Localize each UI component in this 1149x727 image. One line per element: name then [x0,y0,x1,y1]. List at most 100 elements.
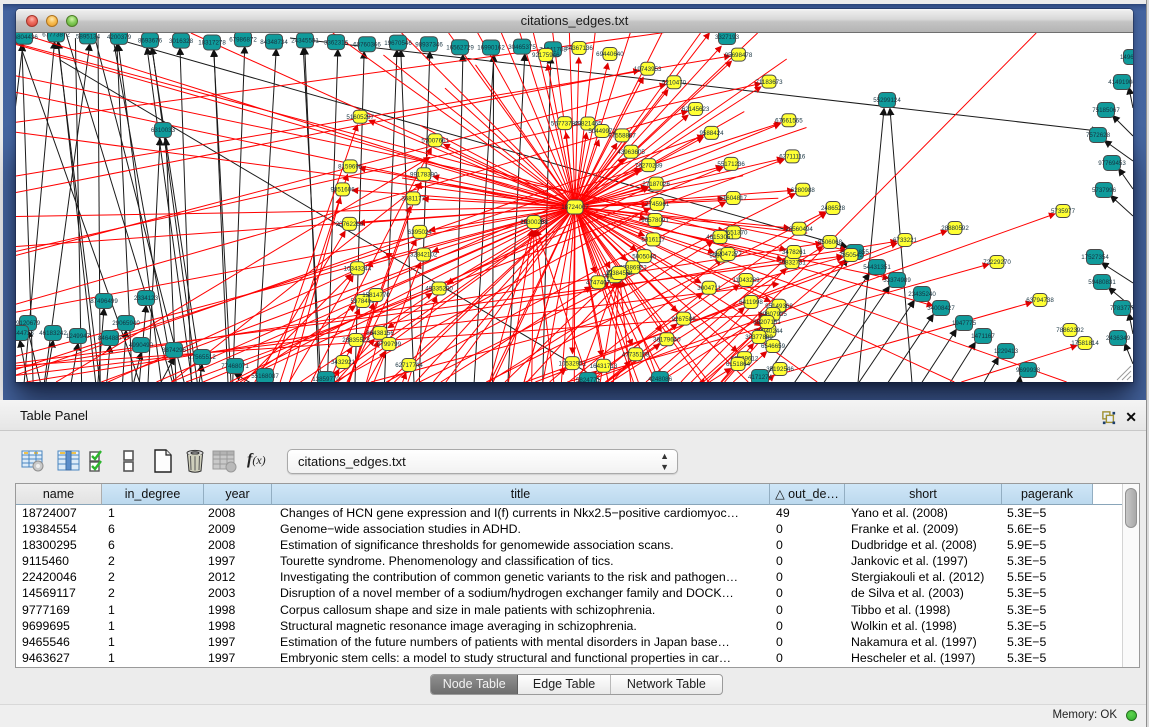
svg-text:32842102: 32842102 [410,252,438,259]
svg-text:28835523: 28835523 [342,337,370,344]
svg-text:36179640: 36179640 [653,337,681,344]
svg-text:33374989: 33374989 [883,277,911,284]
svg-text:75185067: 75185067 [1092,107,1120,114]
svg-text:68760366: 68760366 [353,42,381,49]
svg-text:6151864: 6151864 [726,361,751,368]
svg-text:72229270: 72229270 [983,259,1011,266]
svg-text:67661565: 67661565 [775,118,803,125]
svg-text:3432921: 3432921 [331,359,356,366]
svg-text:62145623: 62145623 [682,106,710,113]
svg-text:34008427: 34008427 [927,305,955,312]
svg-text:16562729: 16562729 [446,44,474,51]
svg-text:6280988: 6280988 [791,187,816,194]
svg-text:18724007: 18724007 [561,204,589,211]
svg-text:5210470: 5210470 [662,80,687,87]
svg-text:35192546: 35192546 [766,366,794,373]
svg-text:67773872: 67773872 [42,33,70,39]
svg-text:17527354: 17527354 [1081,254,1109,261]
svg-text:3681177: 3681177 [401,196,425,203]
svg-text:98937346: 98937346 [415,41,443,48]
svg-text:3004711: 3004711 [697,285,721,292]
svg-text:6310033: 6310033 [151,127,176,134]
svg-text:46153051: 46153051 [706,234,734,241]
svg-text:4200379: 4200379 [107,34,132,41]
svg-text:5005045: 5005045 [632,253,657,260]
svg-text:97769453: 97769453 [1098,160,1126,167]
svg-text:5737996: 5737996 [1092,187,1117,194]
svg-text:15300203: 15300203 [520,219,548,226]
svg-text:88207151: 88207151 [753,319,781,326]
svg-text:63794738: 63794738 [1026,297,1054,304]
svg-text:57007661: 57007661 [421,138,449,145]
svg-text:41491905: 41491905 [1108,79,1133,86]
svg-text:4171274: 4171274 [748,374,773,381]
svg-text:30465375: 30465375 [508,44,536,51]
svg-text:5824771: 5824771 [576,377,601,382]
svg-text:8464887: 8464887 [98,335,123,342]
svg-text:97558867: 97558867 [608,133,636,140]
svg-text:29065940: 29065940 [112,320,140,327]
svg-text:8799799: 8799799 [377,341,402,348]
svg-text:23435240: 23435240 [908,291,936,298]
svg-text:3478261: 3478261 [782,249,807,256]
svg-text:62711116: 62711116 [779,154,806,161]
svg-text:50344713: 50344713 [16,330,34,337]
svg-text:29832731: 29832731 [778,259,806,266]
svg-text:6395024: 6395024 [408,229,433,236]
svg-text:16990162: 16990162 [477,45,505,52]
svg-text:86438156: 86438156 [366,330,394,337]
svg-text:27187026: 27187026 [642,181,670,188]
svg-text:69440640: 69440640 [596,51,624,58]
svg-text:9699938: 9699938 [1016,367,1041,374]
svg-text:71183673: 71183673 [755,79,783,86]
svg-text:55171236: 55171236 [717,161,745,168]
svg-text:8159696: 8159696 [338,164,363,171]
svg-text:19743953: 19743953 [634,66,662,73]
svg-text:16431713: 16431713 [590,363,618,370]
svg-text:8874296: 8874296 [162,347,187,354]
svg-text:18317278: 18317278 [198,40,226,47]
svg-text:2436349: 2436349 [1106,335,1131,342]
svg-text:87496499: 87496499 [90,298,118,305]
svg-text:15814770: 15814770 [362,292,390,299]
svg-text:6546659: 6546659 [761,343,786,350]
svg-text:54431351: 54431351 [863,264,891,271]
svg-text:3016328: 3016328 [169,38,194,45]
svg-text:77468071: 77468071 [221,363,249,370]
svg-text:27565512: 27565512 [188,354,216,361]
svg-text:3362316: 3362316 [324,39,349,46]
svg-text:5895134: 5895134 [76,34,101,41]
svg-text:95698478: 95698478 [725,52,753,59]
svg-text:28880592: 28880592 [941,225,969,232]
svg-text:49335290: 49335290 [425,286,453,293]
svg-text:99178390: 99178390 [410,172,438,179]
svg-text:2486528: 2486528 [821,205,846,212]
svg-text:43963605: 43963605 [617,149,645,156]
svg-text:61604817: 61604817 [719,195,747,202]
svg-text:9588424: 9588424 [699,130,724,137]
svg-text:17581814: 17581814 [1071,340,1099,347]
svg-text:55168087: 55168087 [251,373,279,380]
svg-text:7572628: 7572628 [1086,132,1111,139]
svg-text:62717744: 62717744 [395,362,423,369]
svg-text:11043289: 11043289 [732,277,760,284]
svg-text:19670546: 19670546 [384,40,412,47]
svg-text:10343244: 10343244 [344,265,372,272]
svg-text:7783777: 7783777 [1110,305,1133,312]
svg-text:84348734: 84348734 [260,39,288,46]
svg-text:24345581: 24345581 [291,38,319,45]
svg-text:10532931: 10532931 [559,360,587,367]
svg-text:32047277: 32047277 [714,251,742,258]
svg-text:20762268: 20762268 [336,221,364,228]
svg-text:4248086: 4248086 [648,376,673,382]
svg-text:55299124: 55299124 [873,97,901,104]
svg-text:1496631: 1496631 [1120,54,1133,61]
svg-text:51605297: 51605297 [346,114,374,121]
svg-text:5735977: 5735977 [1051,208,1076,215]
svg-text:13859770: 13859770 [312,376,340,382]
svg-text:1471167: 1471167 [971,333,995,340]
svg-text:4747407: 4747407 [586,279,611,286]
svg-text:6411998: 6411998 [739,299,763,306]
svg-text:2334123: 2334123 [134,295,159,302]
svg-text:59480831: 59480831 [1088,279,1116,286]
